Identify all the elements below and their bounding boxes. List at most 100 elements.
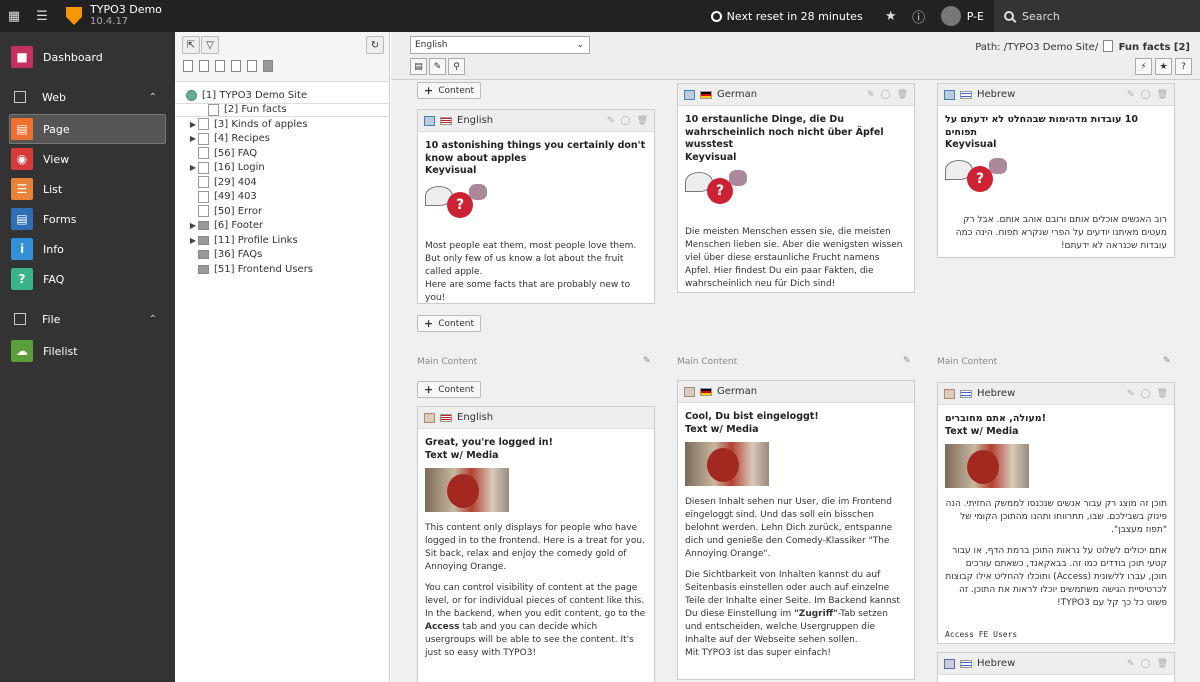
user-menu[interactable]: P-E xyxy=(940,6,984,26)
edit-icon[interactable]: ✎ xyxy=(867,90,875,100)
toggle-visibility-icon[interactable]: ◯ xyxy=(1140,389,1150,399)
module-forms[interactable]: ▤ Forms xyxy=(0,204,175,234)
delete-icon[interactable]: 🗑 xyxy=(897,90,908,100)
clear-cache-icon[interactable]: ⚡ xyxy=(1135,58,1152,75)
user-name: P-E xyxy=(966,9,984,23)
tree-node[interactable]: ▶ [3] Kinds of apples xyxy=(175,117,389,132)
module-view[interactable]: ◉ View xyxy=(0,144,175,174)
page-type-icon[interactable] xyxy=(183,60,193,72)
tree-node[interactable]: [36] FAQs xyxy=(175,248,389,263)
menu-list-icon[interactable]: ☰ xyxy=(28,0,56,32)
delete-icon[interactable]: 🗑 xyxy=(1157,659,1168,669)
toggle-visibility-icon[interactable]: ◯ xyxy=(1140,90,1150,100)
star-icon[interactable]: ★ xyxy=(877,9,905,24)
page-type-icon[interactable] xyxy=(215,60,225,72)
il-flag-icon xyxy=(960,90,972,99)
expand-arrow-icon[interactable]: ▶ xyxy=(188,221,198,230)
globe-icon xyxy=(186,89,197,101)
delete-icon[interactable]: 🗑 xyxy=(1157,90,1168,100)
tree-node[interactable]: [50] Error xyxy=(175,204,389,219)
toggle-visibility-icon[interactable]: ◯ xyxy=(1140,659,1150,669)
page-icon xyxy=(198,132,209,145)
tree-node[interactable]: ▶ [16] Login xyxy=(175,161,389,176)
page-tree-panel: ⇱ ▽ ↻ [1] TYPO3 Demo Site [2] Fun facts … xyxy=(175,32,390,682)
module-info[interactable]: i Info xyxy=(0,234,175,264)
typo3-logo-icon xyxy=(66,7,82,25)
module-list[interactable]: ☰ List xyxy=(0,174,175,204)
card-subtitle: Keyvisual xyxy=(425,165,477,176)
filter-icon[interactable]: ▽ xyxy=(201,36,219,54)
search-icon[interactable]: ⚲ xyxy=(448,58,465,75)
search-label: Search xyxy=(1022,9,1060,23)
help-icon[interactable]: ⓘ xyxy=(905,7,933,26)
faq-bulb-icon: ? xyxy=(11,268,33,290)
language-select[interactable]: English ⌄ xyxy=(410,36,590,54)
bookmark-star-icon[interactable]: ★ xyxy=(1155,58,1172,75)
toggle-visibility-icon[interactable]: ◯ xyxy=(620,116,630,126)
module-group-web[interactable]: Web ⌃ xyxy=(0,80,175,114)
refresh-icon[interactable]: ↻ xyxy=(366,36,384,54)
edit-page-icon[interactable]: ✎ xyxy=(429,58,446,75)
tree-node[interactable]: [51] Frontend Users xyxy=(175,262,389,277)
tree-node[interactable]: [49] 403 xyxy=(175,190,389,205)
folder-type-icon[interactable] xyxy=(263,60,273,72)
edit-column-icon[interactable]: ✎ xyxy=(903,356,911,366)
edit-column-icon[interactable]: ✎ xyxy=(1163,356,1171,366)
page-icon xyxy=(198,190,209,203)
edit-column-icon[interactable]: ✎ xyxy=(643,356,651,366)
module-faq[interactable]: ? FAQ xyxy=(0,264,175,294)
tree-node[interactable]: ▶ [6] Footer xyxy=(175,219,389,234)
dashboard-icon: ■ xyxy=(11,46,33,68)
tree-node[interactable]: [2] Fun facts xyxy=(175,102,389,117)
edit-icon[interactable]: ✎ xyxy=(607,116,615,126)
clock-icon xyxy=(710,10,722,22)
search-button[interactable]: Search xyxy=(994,0,1200,32)
edit-icon[interactable]: ✎ xyxy=(1127,659,1135,669)
edit-icon[interactable]: ✎ xyxy=(1127,389,1135,399)
card-subtitle: Keyvisual xyxy=(685,151,737,163)
tree-node[interactable]: ▶ [11] Profile Links xyxy=(175,233,389,248)
expand-arrow-icon[interactable]: ▶ xyxy=(188,236,198,245)
help-icon[interactable]: ? xyxy=(1175,58,1192,75)
expand-arrow-icon[interactable]: ▶ xyxy=(188,134,198,143)
content-element-card: German Cool, Du bist eingeloggt! Text w/ … xyxy=(677,380,915,680)
app-version: 10.4.17 xyxy=(90,16,129,27)
expand-arrow-icon[interactable]: ▶ xyxy=(188,163,198,172)
content-element-card: German ✎ ◯ 🗑 10 erstaunliche Dinge, die Du… xyxy=(677,83,915,293)
toggle-visibility-icon[interactable]: ◯ xyxy=(880,90,890,100)
page-tree: [1] TYPO3 Demo Site [2] Fun facts ▶ [3] … xyxy=(175,88,389,277)
delete-icon[interactable]: 🗑 xyxy=(1157,389,1168,399)
tree-node[interactable]: [29] 404 xyxy=(175,175,389,190)
content-element-card: Hebrew ✎ ◯ 🗑 xyxy=(937,652,1175,682)
module-dashboard[interactable]: ■ Dashboard xyxy=(0,42,175,72)
tree-node[interactable]: [56] FAQ xyxy=(175,146,389,161)
edit-icon[interactable]: ✎ xyxy=(1127,90,1135,100)
module-page[interactable]: ▤ Page xyxy=(9,114,166,144)
app-title: TYPO3 Demo xyxy=(90,3,162,16)
page-module-content: English ⌄ ▤ ✎ ⚲ Path: /TYPO3 Demo Site/ … xyxy=(391,32,1200,682)
page-type-icon[interactable] xyxy=(199,60,209,72)
card-subtitle: Text w/ Media xyxy=(945,425,1019,437)
page-type-icon[interactable] xyxy=(231,60,241,72)
add-content-button[interactable]: + Content xyxy=(417,82,482,99)
add-content-button[interactable]: + Content xyxy=(417,315,482,332)
image-content-icon xyxy=(684,89,695,100)
view-eye-icon: ◉ xyxy=(11,148,33,170)
module-group-file[interactable]: File ⌃ xyxy=(0,302,175,336)
file-group-icon xyxy=(14,313,26,325)
card-title: 10 astonishing things you certainly don'… xyxy=(425,140,646,164)
apps-grid-icon[interactable]: ▦ xyxy=(0,0,28,32)
new-content-icon[interactable]: ▤ xyxy=(410,58,427,75)
tree-node-root[interactable]: [1] TYPO3 Demo Site xyxy=(175,88,389,103)
new-page-drag-icon[interactable]: ⇱ xyxy=(182,36,200,54)
search-icon xyxy=(1004,11,1014,21)
page-type-icon[interactable] xyxy=(247,60,257,72)
tree-node[interactable]: ▶ [4] Recipes xyxy=(175,132,389,147)
module-filelist[interactable]: ☁ Filelist xyxy=(0,336,175,366)
delete-icon[interactable]: 🗑 xyxy=(637,116,648,126)
typo3-logo[interactable]: TYPO3 Demo 10.4.17 xyxy=(66,4,162,28)
page-icon xyxy=(198,147,209,160)
folder-icon xyxy=(198,221,209,231)
expand-arrow-icon[interactable]: ▶ xyxy=(188,120,198,129)
add-content-button[interactable]: + Content xyxy=(417,381,482,398)
